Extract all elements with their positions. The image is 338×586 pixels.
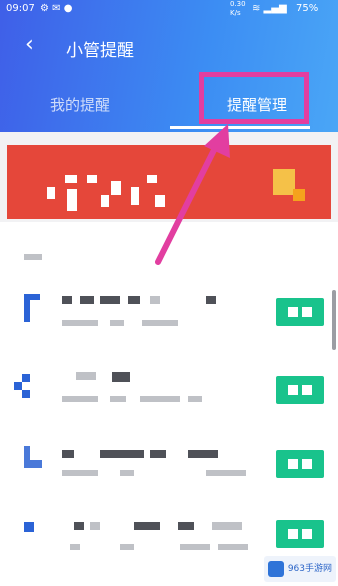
annotation-arrow xyxy=(155,124,230,265)
watermark-text: 963手游网 xyxy=(287,564,332,574)
watermark-logo: 963手游网 xyxy=(264,556,336,582)
